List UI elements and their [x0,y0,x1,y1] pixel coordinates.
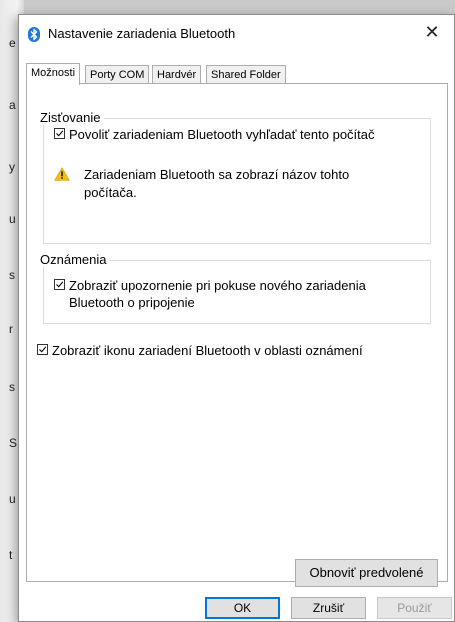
background-text: u [9,492,16,506]
background-text: y [9,160,15,174]
tab-options[interactable]: Možnosti [26,63,81,85]
show-tray-icon-checkbox[interactable]: Zobraziť ikonu zariadení Bluetooth v obl… [37,342,437,360]
background-text: r [9,322,13,336]
apply-button[interactable]: Použiť [377,597,452,619]
background-text: t [9,548,13,562]
background-text: u [9,212,16,226]
cancel-button[interactable]: Zrušiť [291,597,366,619]
close-button[interactable]: ✕ [410,15,454,49]
checkbox-checked-icon[interactable] [54,279,65,290]
background-text: a [9,98,16,112]
ok-button[interactable]: OK [205,597,280,619]
warning-text-line2: počítača. [84,185,137,200]
restore-defaults-button[interactable]: Obnoviť predvolené [295,559,438,587]
bluetooth-icon [28,27,40,42]
notifications-group-label: Oznámenia [37,252,110,267]
discovery-group: Zisťovanie Povoliť zariadeniam Bluetooth… [37,110,431,244]
bluetooth-settings-dialog: Nastavenie zariadenia Bluetooth ✕ Možnos… [18,14,455,622]
background-text: e [9,36,16,50]
discovery-group-label: Zisťovanie [37,110,104,125]
tab-shared-folder[interactable]: Shared Folder [206,65,286,84]
checkbox-checked-icon[interactable] [54,128,65,139]
background-text: s [9,380,15,394]
allow-discovery-checkbox[interactable]: Povoliť zariadeniam Bluetooth vyhľadať t… [54,126,424,144]
connection-alert-checkbox[interactable]: Zobraziť upozornenie pri pokuse nového z… [54,277,424,313]
background-text: S [9,436,18,450]
allow-discovery-label: Povoliť zariadeniam Bluetooth vyhľadať t… [69,127,375,142]
tab-hardware[interactable]: Hardvér [152,65,202,84]
connection-alert-label-line2: Bluetooth o pripojenie [69,295,195,310]
warning-icon [54,167,70,181]
warning-text-line1: Zariadeniam Bluetooth sa zobrazí názov t… [84,167,350,182]
background-text: s [9,268,15,282]
title-bar[interactable]: Nastavenie zariadenia Bluetooth ✕ [19,15,454,51]
show-tray-icon-label: Zobraziť ikonu zariadení Bluetooth v obl… [52,343,363,358]
connection-alert-label-line1: Zobraziť upozornenie pri pokuse nového z… [69,278,366,293]
tab-com-ports[interactable]: Porty COM [85,65,150,84]
options-panel: Zisťovanie Povoliť zariadeniam Bluetooth… [26,83,448,587]
notifications-group: Oznámenia Zobraziť upozornenie pri pokus… [37,252,431,324]
dialog-title: Nastavenie zariadenia Bluetooth [48,26,236,41]
checkbox-checked-icon[interactable] [37,344,48,355]
